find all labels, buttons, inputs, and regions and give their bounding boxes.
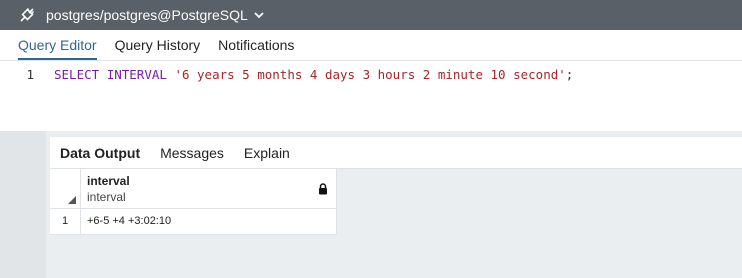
tab-data-output[interactable]: Data Output: [60, 145, 140, 161]
keyword-interval: INTERVAL: [106, 67, 167, 82]
top-bar: postgres/postgres@PostgreSQL: [0, 0, 742, 30]
tab-explain[interactable]: Explain: [244, 145, 290, 161]
string-literal: '6 years 5 months 4 days 3 hours 2 minut…: [174, 67, 566, 82]
row-number[interactable]: 1: [50, 209, 81, 234]
table-cell[interactable]: +6-5 +4 +3:02:10: [87, 209, 171, 234]
keyword-select: SELECT: [54, 67, 100, 82]
lock-icon: [318, 182, 328, 200]
table-row[interactable]: 1 +6-5 +4 +3:02:10: [50, 209, 336, 235]
select-all-corner[interactable]: [50, 169, 81, 208]
tab-query-history[interactable]: Query History: [115, 37, 201, 60]
sql-editor[interactable]: 1 SELECT INTERVAL '6 years 5 months 4 da…: [0, 61, 742, 131]
statement-terminator: ;: [565, 67, 574, 82]
corner-triangle-icon: [68, 196, 76, 204]
tab-notifications[interactable]: Notifications: [218, 37, 294, 60]
chevron-down-icon[interactable]: [254, 11, 264, 19]
sql-code-line[interactable]: SELECT INTERVAL '6 years 5 months 4 days…: [54, 67, 573, 82]
column-name[interactable]: interval: [87, 174, 130, 188]
results-grid: interval interval 1 +6-5 +4 +3:02:10: [50, 169, 337, 235]
results-tabs: Data Output Messages Explain: [50, 137, 742, 169]
tab-messages[interactable]: Messages: [160, 145, 224, 161]
line-gutter: 1: [0, 61, 46, 131]
results-panel: Data Output Messages Explain interval in…: [50, 137, 742, 278]
column-type: interval: [87, 190, 126, 204]
editor-tabs: Query Editor Query History Notifications: [0, 30, 742, 61]
results-gutter: [0, 131, 46, 278]
grid-header: interval interval: [50, 169, 336, 209]
tab-query-editor[interactable]: Query Editor: [18, 37, 97, 60]
plug-icon[interactable]: [14, 0, 40, 30]
connection-label[interactable]: postgres/postgres@PostgreSQL: [46, 7, 248, 23]
line-number: 1: [26, 67, 34, 82]
